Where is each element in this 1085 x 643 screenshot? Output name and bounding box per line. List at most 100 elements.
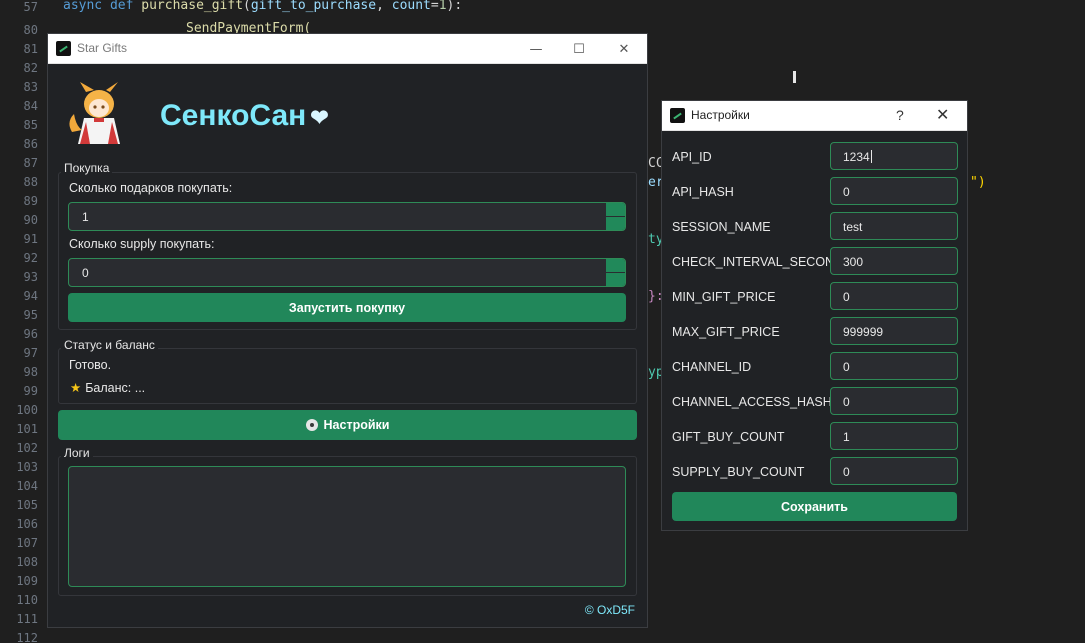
maximize-button[interactable]: ☐ <box>556 34 602 64</box>
setting-label: API_HASH <box>672 185 734 199</box>
brand-title: СенкоСан ❤ <box>160 99 329 132</box>
line-number: 97 <box>23 346 38 360</box>
line-number: 92 <box>23 251 38 265</box>
text-caret <box>870 150 872 163</box>
gifts-count-value: 1 <box>82 210 89 224</box>
setting-label: SESSION_NAME <box>672 220 771 234</box>
channel-access-hash-input[interactable]: 0 <box>830 387 958 415</box>
code-line-async-def[interactable]: async def purchase_gift(gift_to_purchase… <box>63 0 462 13</box>
line-number: 85 <box>23 118 38 132</box>
main-titlebar[interactable]: Star Gifts — ☐ ✕ <box>48 34 647 64</box>
window-title: Star Gifts <box>77 41 128 55</box>
settings-dialog: Настройки ? ✕ API_ID 1234 API_HASH 0 SES… <box>661 100 968 531</box>
settings-titlebar[interactable]: Настройки ? ✕ <box>662 101 967 131</box>
setting-label: CHECK_INTERVAL_SECONDS <box>672 255 852 269</box>
setting-label: GIFT_BUY_COUNT <box>672 430 785 444</box>
api-id-input[interactable]: 1234 <box>830 142 958 170</box>
line-number: 100 <box>16 403 38 417</box>
line-number: 105 <box>16 498 38 512</box>
session-name-input[interactable]: test <box>830 212 958 240</box>
spin-buttons <box>606 203 625 230</box>
purchase-group-title: Покупка <box>61 161 113 175</box>
line-number: 80 <box>23 23 38 37</box>
settings-button[interactable]: Настройки <box>58 410 637 440</box>
line-number: 89 <box>23 194 38 208</box>
line-number: 93 <box>23 270 38 284</box>
save-button[interactable]: Сохранить <box>672 492 957 521</box>
line-number: 96 <box>23 327 38 341</box>
spin-down-button[interactable] <box>606 273 625 286</box>
line-number: 107 <box>16 536 38 550</box>
logs-textarea[interactable] <box>68 466 626 587</box>
status-group-title: Статус и баланс <box>61 338 158 352</box>
line-number: 91 <box>23 232 38 246</box>
max-gift-price-input[interactable]: 999999 <box>830 317 958 345</box>
line-number: 108 <box>16 555 38 569</box>
line-number: 84 <box>23 99 38 113</box>
fox-girl-avatar-icon <box>69 82 120 144</box>
text-cursor <box>793 71 796 83</box>
setting-row-api-id: API_ID 1234 <box>662 142 967 172</box>
setting-label: CHANNEL_ACCESS_HASH <box>672 395 832 409</box>
setting-label: CHANNEL_ID <box>672 360 752 374</box>
line-number: 90 <box>23 213 38 227</box>
gifts-count-spinbox[interactable]: 1 <box>68 202 626 231</box>
setting-row-max-gift-price: MAX_GIFT_PRICE 999999 <box>662 317 967 347</box>
channel-id-input[interactable]: 0 <box>830 352 958 380</box>
status-group <box>58 348 637 404</box>
dialog-close-button[interactable]: ✕ <box>936 105 949 124</box>
line-number: 112 <box>16 631 38 643</box>
setting-row-gift-buy-count: GIFT_BUY_COUNT 1 <box>662 422 967 452</box>
line-number: 81 <box>23 42 38 56</box>
supply-count-spinbox[interactable]: 0 <box>68 258 626 287</box>
close-button[interactable]: ✕ <box>601 34 647 64</box>
brand-header: СенкоСан ❤ <box>64 82 464 146</box>
app-icon <box>670 108 685 123</box>
balance-text: Баланс: ... <box>85 381 146 395</box>
line-number: 99 <box>23 384 38 398</box>
line-number: 86 <box>23 137 38 151</box>
settings-button-label: Настройки <box>323 418 390 432</box>
status-text: Готово. <box>69 358 112 372</box>
setting-label: SUPPLY_BUY_COUNT <box>672 465 805 479</box>
line-number: 101 <box>16 422 38 436</box>
line-number: 110 <box>16 593 38 607</box>
line-number: 87 <box>23 156 38 170</box>
spin-up-button[interactable] <box>606 203 625 216</box>
copyright-text: © OxD5F <box>584 603 635 617</box>
spin-down-button[interactable] <box>606 217 625 230</box>
line-number: 104 <box>16 479 38 493</box>
setting-row-check-interval: CHECK_INTERVAL_SECONDS 300 <box>662 247 967 277</box>
supply-count-label: Сколько supply покупать: <box>69 237 215 251</box>
app-icon <box>56 41 71 56</box>
line-number-gutter: 57 80 81 82 83 84 85 86 87 88 89 90 91 9… <box>0 0 48 643</box>
start-purchase-button[interactable]: Запустить покупку <box>68 293 626 322</box>
line-number: 57 <box>23 0 38 14</box>
setting-row-channel-id: CHANNEL_ID 0 <box>662 352 967 382</box>
spin-up-button[interactable] <box>606 259 625 272</box>
spin-buttons <box>606 259 625 286</box>
gift-buy-count-input[interactable]: 1 <box>830 422 958 450</box>
minimize-button[interactable]: — <box>513 34 559 64</box>
code-fragment: ") <box>970 175 986 190</box>
line-number: 98 <box>23 365 38 379</box>
api-hash-input[interactable]: 0 <box>830 177 958 205</box>
heart-icon: ❤ <box>310 105 329 130</box>
dialog-title: Настройки <box>691 108 750 122</box>
line-number: 109 <box>16 574 38 588</box>
setting-row-session-name: SESSION_NAME test <box>662 212 967 242</box>
setting-row-min-gift-price: MIN_GIFT_PRICE 0 <box>662 282 967 312</box>
min-gift-price-input[interactable]: 0 <box>830 282 958 310</box>
setting-label: MAX_GIFT_PRICE <box>672 325 780 339</box>
line-number: 103 <box>16 460 38 474</box>
setting-row-api-hash: API_HASH 0 <box>662 177 967 207</box>
setting-row-supply-buy-count: SUPPLY_BUY_COUNT 0 <box>662 457 967 487</box>
line-number: 94 <box>23 289 38 303</box>
setting-label: MIN_GIFT_PRICE <box>672 290 776 304</box>
help-button[interactable]: ? <box>896 107 904 123</box>
balance-row: ★ Баланс: ... <box>70 380 145 395</box>
star-gifts-window: Star Gifts — ☐ ✕ СенкоСан ❤ Покупка Сколь… <box>47 33 648 628</box>
supply-buy-count-input[interactable]: 0 <box>830 457 958 485</box>
logs-group-title: Логи <box>61 446 93 460</box>
check-interval-input[interactable]: 300 <box>830 247 958 275</box>
